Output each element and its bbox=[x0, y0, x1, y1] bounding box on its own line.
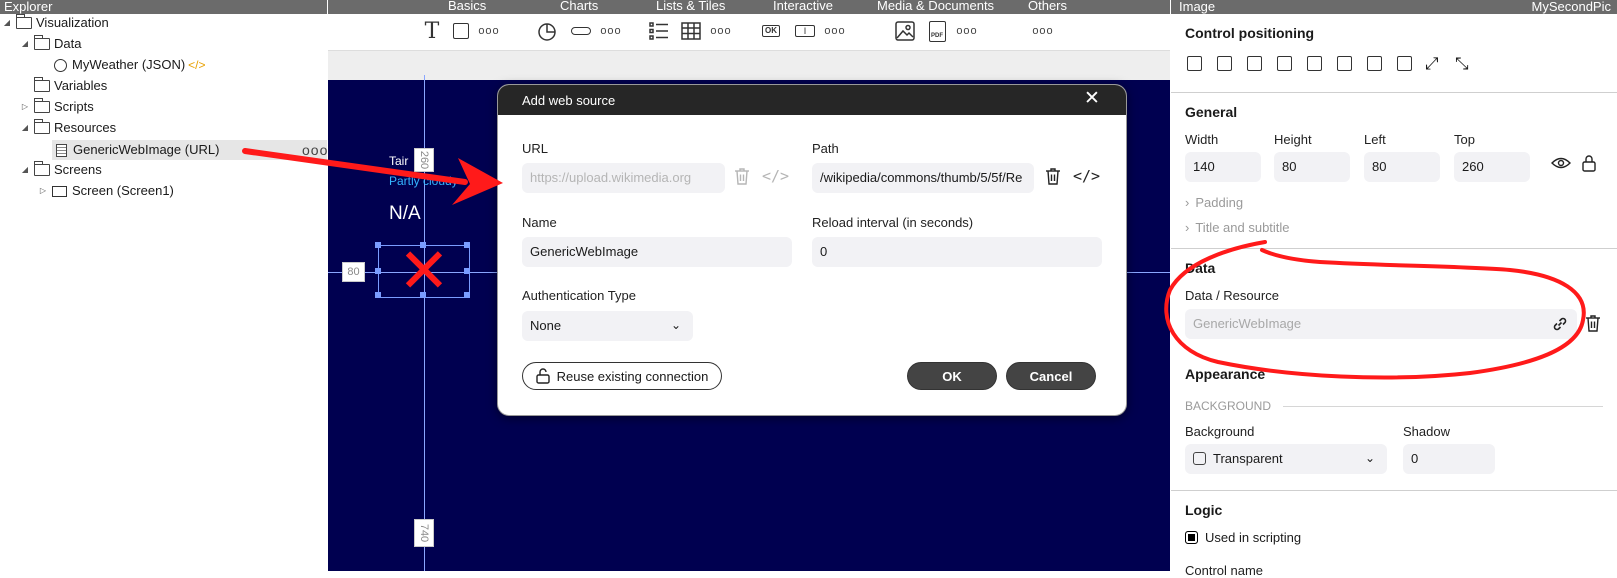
annotation-circle bbox=[1164, 240, 1586, 380]
annotation-arrow bbox=[242, 148, 503, 205]
annotation-overlay bbox=[242, 148, 1586, 380]
